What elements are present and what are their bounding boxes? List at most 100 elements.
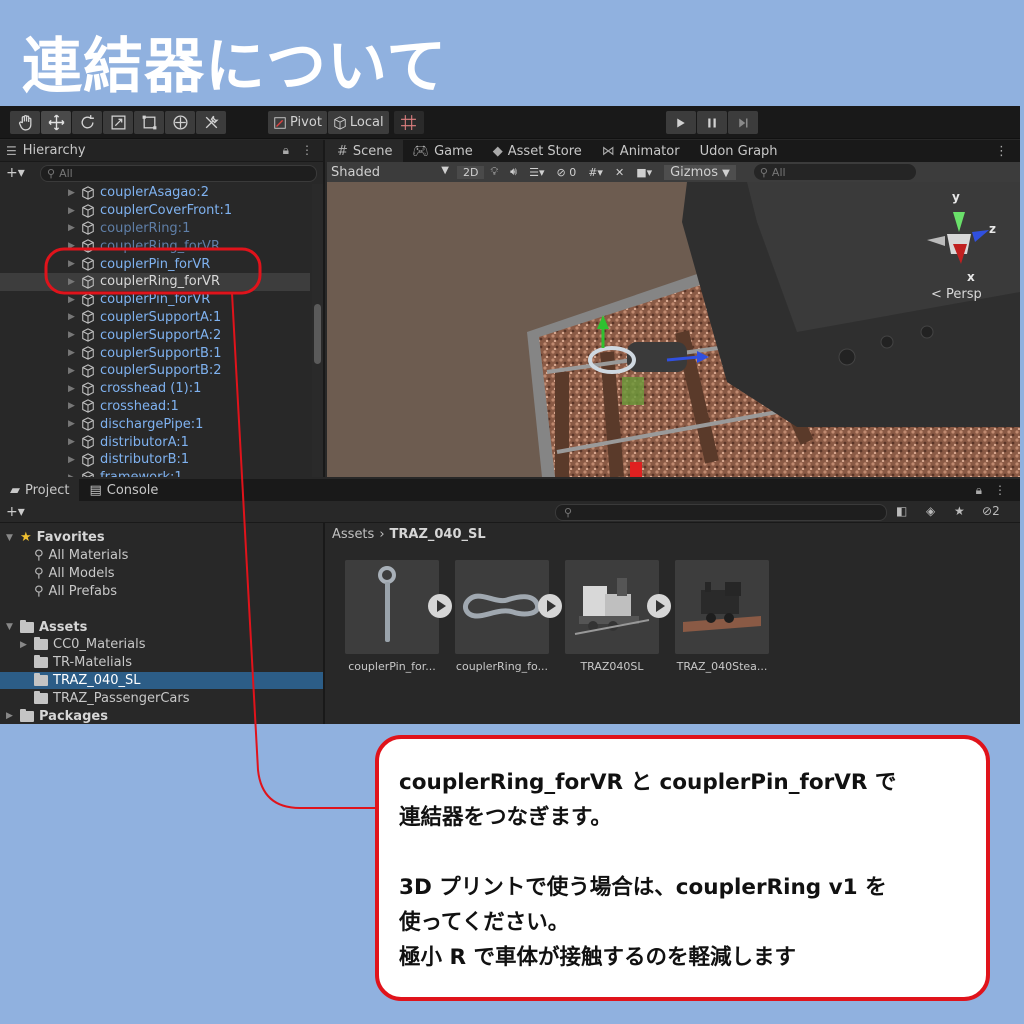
rotate-tool-button[interactable] — [72, 111, 102, 134]
audio-icon[interactable]: 🔊︎ — [504, 165, 523, 179]
tab-console[interactable]: ▤ Console — [79, 479, 168, 501]
project-kebab-menu-icon[interactable]: ⋮ — [994, 483, 1006, 498]
scene-viewport[interactable]: y z x < Persp — [327, 182, 1020, 477]
filter-by-type-icon[interactable]: ◧ — [896, 504, 907, 518]
hierarchy-item[interactable]: ▶ framework:1 — [0, 469, 310, 477]
asset-folder-item[interactable]: TRAZ_040_SL — [0, 671, 323, 690]
hidden-packages-toggle[interactable]: ⊘2 — [982, 504, 1000, 518]
hierarchy-scroll-thumb[interactable] — [314, 304, 321, 364]
expand-arrow-icon[interactable]: ▶ — [68, 259, 80, 269]
grid-toggle-icon[interactable]: #▾ — [582, 166, 609, 179]
packages-group[interactable]: ▶ Packages — [0, 707, 323, 725]
hierarchy-item[interactable]: ▶ couplerPin_forVR — [0, 291, 310, 309]
tab-animator[interactable]: ⋈ Animator — [592, 140, 690, 162]
hierarchy-item[interactable]: ▶ couplerAsagao:2 — [0, 184, 310, 202]
axis-z-label[interactable]: z — [989, 222, 996, 236]
asset-folder-item[interactable]: ▶ CC0_Materials — [0, 636, 323, 654]
grid-snap-button[interactable] — [393, 111, 424, 134]
shading-mode-dropdown[interactable]: Shaded ▼ — [327, 165, 457, 180]
toggle-2d-button[interactable]: 2D — [457, 165, 485, 179]
breadcrumb-root[interactable]: Assets — [332, 527, 374, 542]
tab-asset-store[interactable]: ◆ Asset Store — [483, 140, 592, 162]
asset-traz040sl[interactable]: TRAZ040SL — [565, 560, 659, 673]
project-search-input[interactable]: ⚲ — [555, 504, 887, 521]
custom-tool-button[interactable] — [196, 111, 226, 134]
create-dropdown-button[interactable]: +▾ — [6, 165, 32, 181]
visibility-toggle[interactable]: ⊘ 0 — [551, 166, 583, 179]
hierarchy-item[interactable]: ▶ distributorB:1 — [0, 451, 310, 469]
favorite-item[interactable]: ⚲ All Materials — [0, 547, 323, 565]
hierarchy-scrollbar[interactable] — [312, 184, 323, 477]
expand-arrow-icon[interactable]: ▶ — [68, 473, 80, 477]
expand-arrow-icon[interactable]: ▶ — [68, 206, 80, 216]
expand-arrow-icon[interactable]: ▶ — [68, 384, 80, 394]
expand-arrow-icon[interactable]: ▶ — [68, 330, 80, 340]
asset-folder-item[interactable]: TR-Matelials — [0, 654, 323, 672]
filter-by-label-icon[interactable]: ◈ — [926, 504, 935, 518]
hierarchy-item[interactable]: ▶ couplerPin_forVR — [0, 255, 310, 273]
expand-arrow-icon[interactable]: ▶ — [68, 241, 80, 251]
pivot-toggle[interactable]: Pivot — [268, 111, 327, 134]
kebab-menu-icon[interactable]: ⋮ — [301, 143, 313, 158]
local-toggle[interactable]: Local — [327, 111, 389, 134]
expand-arrow-icon[interactable]: ▶ — [68, 188, 80, 198]
hierarchy-search-input[interactable]: ⚲ All — [40, 164, 317, 182]
expand-arrow-icon[interactable]: ▶ — [68, 366, 80, 376]
project-create-button[interactable]: +▾ — [0, 504, 40, 520]
tab-game[interactable]: 🎮︎ Game — [403, 140, 483, 162]
expand-arrow-icon[interactable]: ▶ — [68, 419, 80, 429]
folder-expand-arrow-icon[interactable]: ▶ — [20, 640, 34, 650]
transform-tool-button[interactable] — [165, 111, 195, 134]
hierarchy-item[interactable]: ▶ couplerRing_forVR — [0, 237, 310, 255]
asset-traz040steam[interactable]: TRAZ_040Stea... — [675, 560, 769, 673]
asset-folder-item[interactable]: TRAZ_PassengerCars — [0, 689, 323, 707]
hierarchy-item[interactable]: ▶ crosshead:1 — [0, 398, 310, 416]
scene-kebab-menu-icon[interactable]: ⋮ — [995, 144, 1020, 159]
assets-group[interactable]: ▼ Assets — [0, 618, 323, 636]
expand-arrow-icon[interactable]: ▶ — [68, 401, 80, 411]
move-tool-button[interactable] — [41, 111, 71, 134]
tools-icon[interactable]: ✕ — [609, 166, 630, 179]
breadcrumb-current[interactable]: TRAZ_040_SL — [390, 527, 486, 542]
axis-x-label[interactable]: x — [967, 270, 975, 284]
expand-arrow-icon[interactable]: ▶ — [68, 223, 80, 233]
hierarchy-tab[interactable]: ☰ Hierarchy 🔒︎ ⋮ — [0, 140, 323, 162]
lock-icon[interactable]: 🔒︎ — [283, 143, 289, 158]
asset-coupler-pin[interactable]: couplerPin_for... — [345, 560, 439, 673]
prefab-expand-button[interactable] — [428, 594, 452, 618]
favorites-group[interactable]: ▼ ★ Favorites — [0, 529, 323, 547]
favorite-item[interactable]: ⚲ All Prefabs — [0, 582, 323, 600]
tab-udon-graph[interactable]: Udon Graph — [690, 140, 788, 162]
favorite-item[interactable]: ⚲ All Models — [0, 565, 323, 583]
hierarchy-item[interactable]: ▶ crosshead (1):1 — [0, 380, 310, 398]
lighting-icon[interactable]: 💡︎ — [484, 165, 504, 179]
expand-arrow-icon[interactable]: ▶ — [68, 277, 80, 287]
favorite-star-icon[interactable]: ★ — [954, 504, 965, 518]
hierarchy-item[interactable]: ▶ couplerSupportA:2 — [0, 326, 310, 344]
asset-coupler-ring[interactable]: couplerRing_fo... — [455, 560, 549, 673]
expand-arrow-icon[interactable]: ▶ — [68, 312, 80, 322]
tab-scene[interactable]: # Scene — [327, 140, 403, 162]
camera-icon[interactable]: ■▾ — [630, 166, 658, 179]
effects-icon[interactable]: ☰▾ — [523, 166, 550, 179]
expand-arrow-icon[interactable]: ▶ — [68, 295, 80, 305]
expand-arrow-icon[interactable]: ▶ — [68, 437, 80, 447]
hierarchy-item[interactable]: ▶ distributorA:1 — [0, 433, 310, 451]
hierarchy-item[interactable]: ▶ dischargePipe:1 — [0, 415, 310, 433]
perspective-toggle[interactable]: < Persp — [931, 287, 982, 302]
step-button[interactable] — [728, 111, 758, 134]
hierarchy-item[interactable]: ▶ couplerSupportA:1 — [0, 309, 310, 327]
gizmos-dropdown[interactable]: Gizmos ▼ — [664, 164, 736, 180]
scale-tool-button[interactable] — [103, 111, 133, 134]
tab-project[interactable]: ▰ Project — [0, 479, 80, 501]
hierarchy-item[interactable]: ▶ couplerRing:1 — [0, 220, 310, 238]
prefab-expand-button[interactable] — [647, 594, 671, 618]
prefab-expand-button[interactable] — [538, 594, 562, 618]
scene-search-input[interactable]: ⚲ All — [753, 164, 916, 180]
expand-arrow-icon[interactable]: ▶ — [68, 455, 80, 465]
hierarchy-item[interactable]: ▶ couplerSupportB:1 — [0, 344, 310, 362]
hierarchy-item[interactable]: ▶ couplerSupportB:2 — [0, 362, 310, 380]
hierarchy-item[interactable]: ▶ couplerRing_forVR — [0, 272, 310, 291]
axis-y-label[interactable]: y — [952, 190, 960, 204]
hierarchy-item[interactable]: ▶ couplerCoverFront:1 — [0, 202, 310, 220]
